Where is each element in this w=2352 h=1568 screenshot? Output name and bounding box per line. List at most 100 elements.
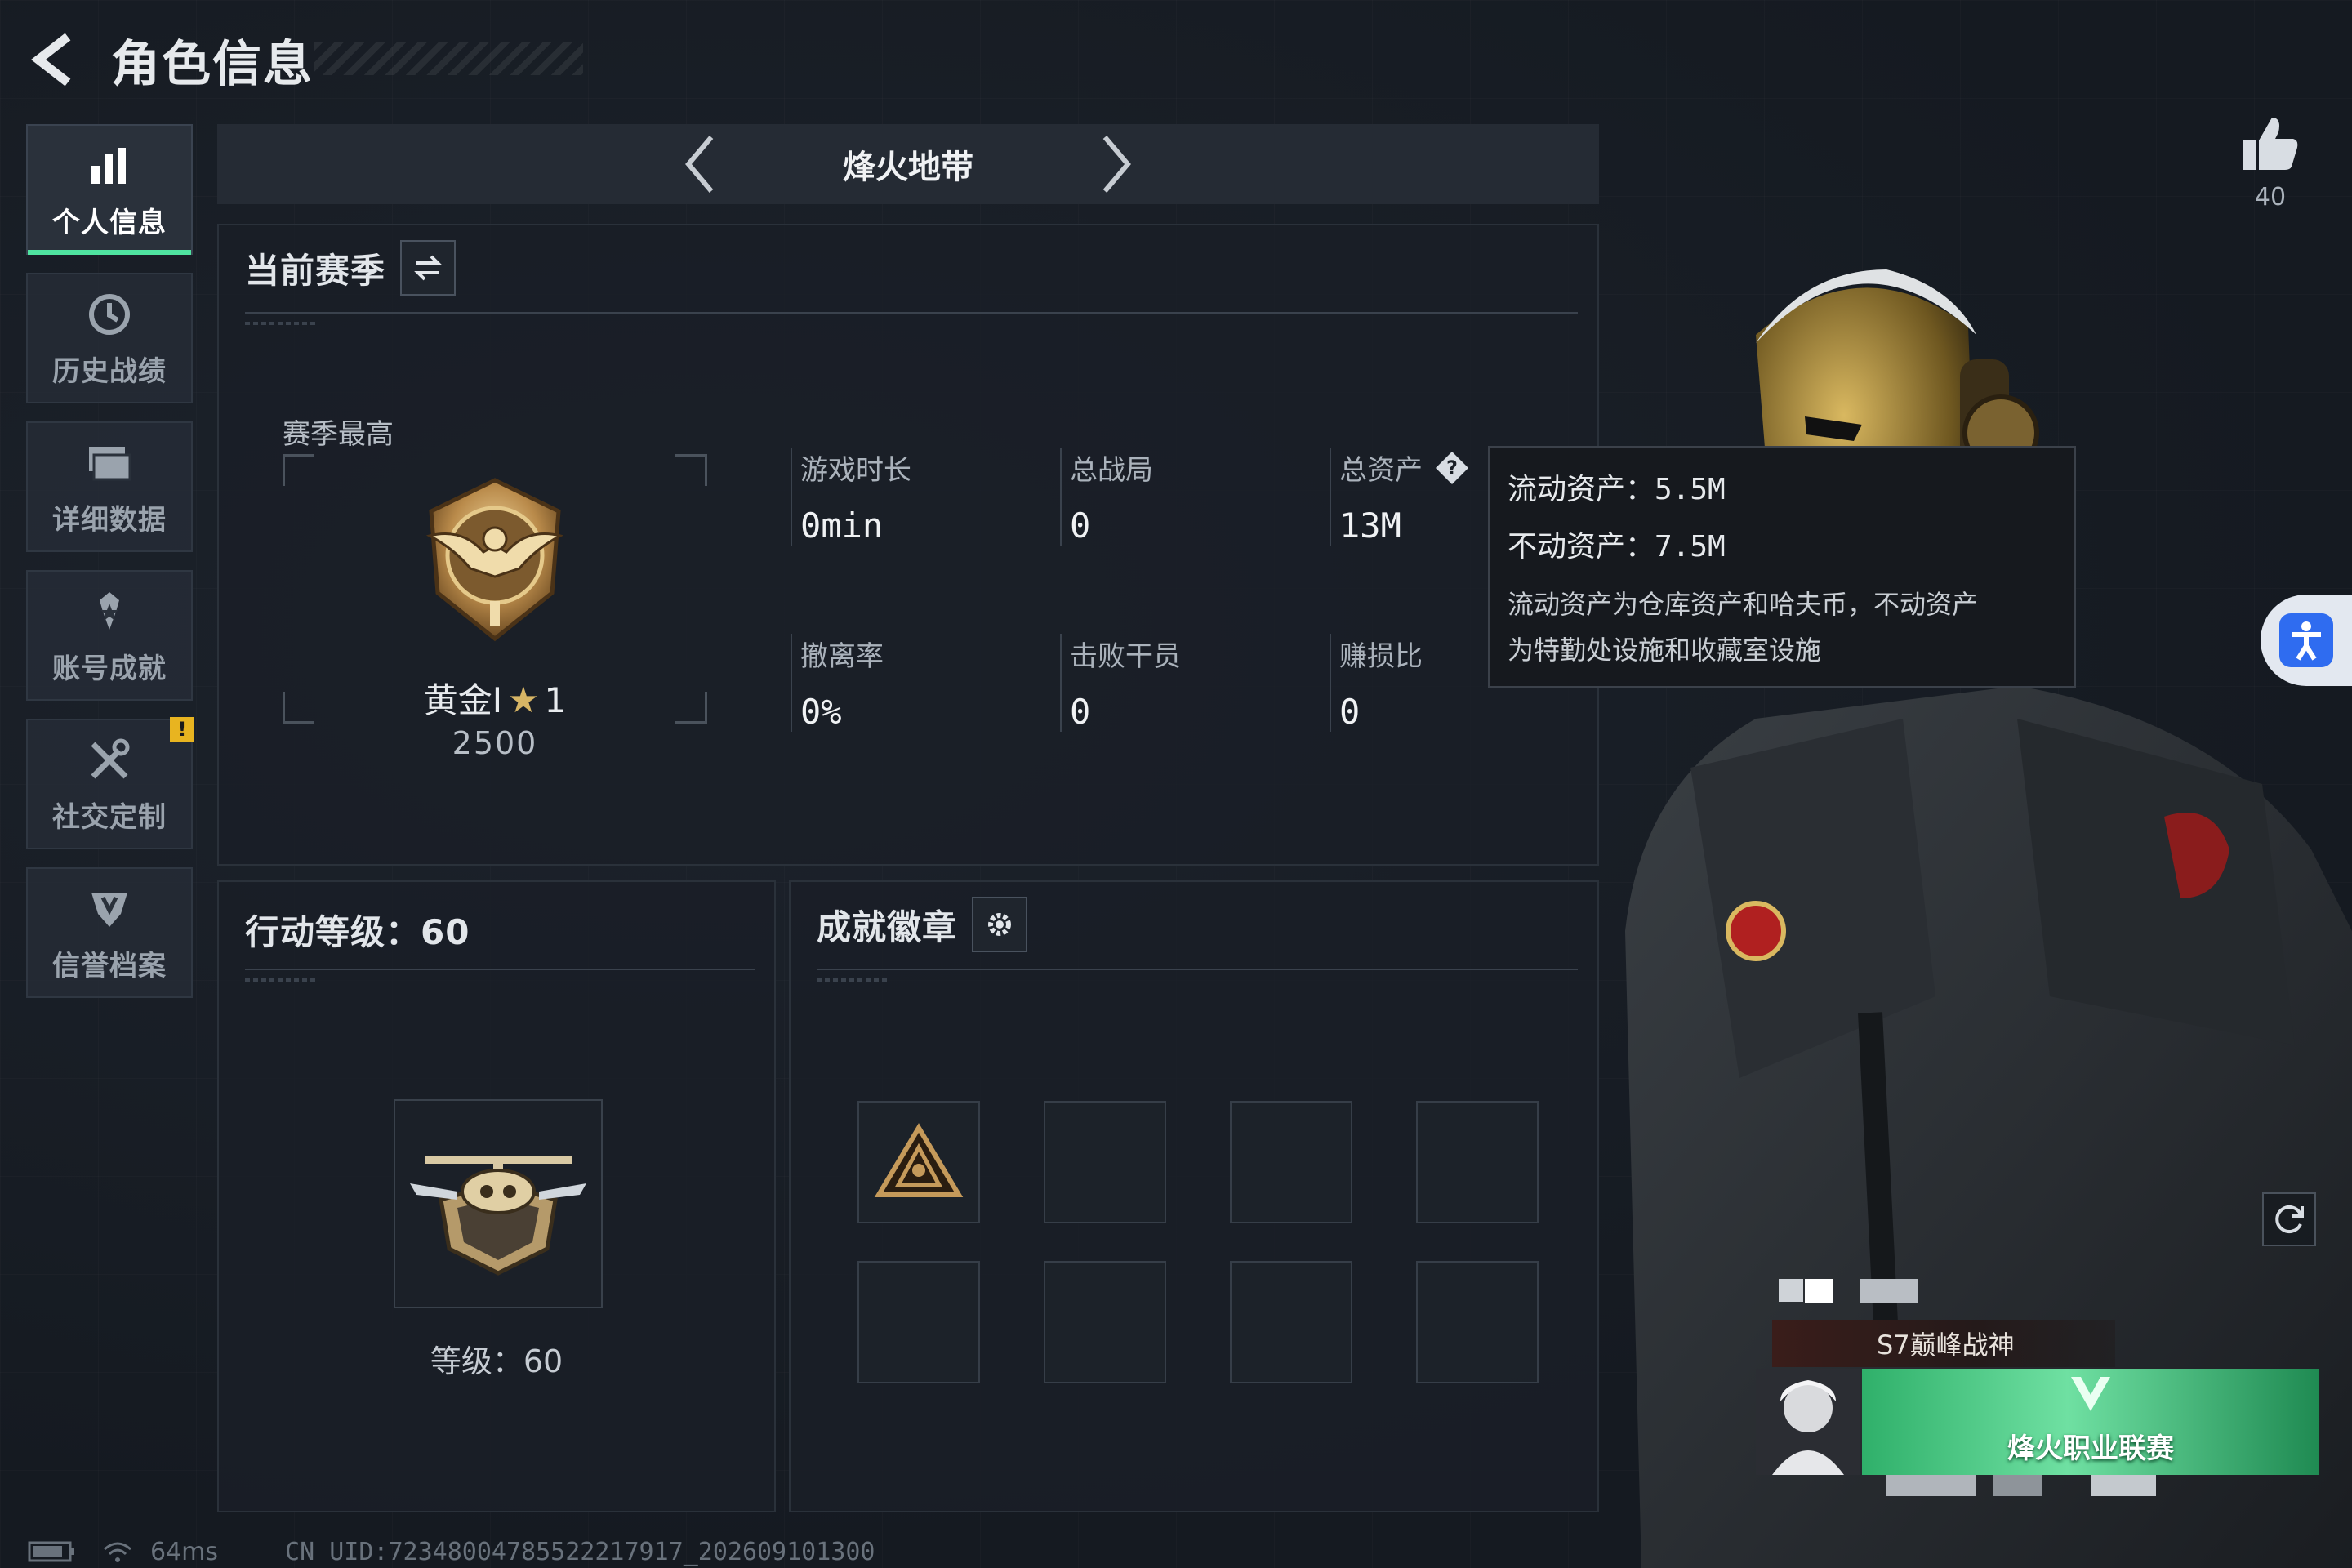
battery-icon [28,1541,74,1562]
ping-text: 64ms [150,1537,219,1566]
sidebar-item-detailed-data[interactable]: 详细数据 [26,421,193,552]
divider [817,969,1578,982]
badge-panel-header: 成就徽章 [817,897,1028,952]
censored-name-block [1860,1279,1918,1303]
folder-icon [83,437,136,489]
stat-profit-loss-ratio: 赚损比 0 [1330,634,1423,732]
sidebar-item-credit-file[interactable]: 信誉档案 [26,867,193,998]
level-emblem[interactable] [394,1099,603,1308]
stat-value: 0 [1070,692,1091,732]
rank-tier: 黄金I [423,680,503,720]
censored-name-block [1805,1279,1833,1303]
stat-extraction-rate: 撤离率 0% [791,634,884,732]
rank-stars: 1 [544,680,567,720]
badge-slot-1[interactable] [858,1101,980,1223]
sidebar-item-label: 社交定制 [52,800,167,834]
next-mode-arrow-icon[interactable] [1088,131,1145,197]
stat-value: 0min [800,506,884,546]
achievement-badges-panel: 成就徽章 [789,880,1599,1512]
switch-season-button[interactable] [400,240,457,296]
player-title-plate: S7巅峰战神 [1772,1320,2115,1367]
sidebar-item-label: 个人信息 [52,206,167,239]
badge-slot-8[interactable] [1416,1261,1539,1383]
sidebar-item-label: 信誉档案 [52,949,167,982]
gear-icon [988,913,1012,936]
season-panel-header: 当前赛季 [245,240,457,296]
back-arrow-icon[interactable] [28,31,80,88]
level-panel-header: 行动等级：60 [245,905,470,955]
thumbs-up-icon[interactable] [2239,114,2301,173]
help-diamond-icon[interactable]: ? [1434,450,1470,486]
refresh-icon [2275,1205,2304,1233]
stat-label: 总战局 [1070,454,1153,487]
stat-total-assets: 总资产 ? 13M [1330,448,1470,546]
stat-label-text: 总资产 [1339,454,1423,487]
status-bar: 64ms CN UID:72348004785522217917_2026091… [28,1535,875,1568]
sidebar: 个人信息 历史战绩 详细数据 账号成就 ! 社交定制 信誉档案 [26,124,194,1016]
badge-slot-6[interactable] [1044,1261,1166,1383]
star-icon: ★ [507,679,540,721]
gold-rank-eagle-emblem-icon [405,470,585,650]
badge-settings-button[interactable] [972,897,1028,952]
stat-total-matches: 总战局 0 [1060,448,1153,546]
league-banner-text: 烽火职业联赛 [2007,1432,2174,1465]
stat-label: 总资产 ? [1339,448,1470,488]
rank-name: 黄金I ★ 1 [283,673,707,723]
badge-slot-5[interactable] [858,1261,980,1383]
sidebar-item-label: 账号成就 [52,652,167,685]
league-logo-icon [2071,1377,2110,1411]
level-title: 行动等级：60 [245,912,470,952]
accessibility-icon [2279,613,2333,667]
badge-slot-4[interactable] [1416,1101,1539,1223]
divider [245,312,1578,325]
stat-label: 赚损比 [1339,640,1423,673]
mode-title: 烽火地带 [843,149,973,186]
stat-value: 13M [1339,506,1401,546]
sidebar-item-history[interactable]: 历史战绩 [26,273,193,403]
player-title: S7巅峰战神 [1877,1330,2015,1361]
stat-value: 0 [1070,506,1091,546]
stat-operators-defeated: 击败干员 0 [1060,634,1181,732]
censored-block [1993,1475,2042,1496]
level-text: 等级：60 [430,1343,564,1379]
season-peak-label: 赛季最高 [283,418,394,451]
tooltip-liquid-assets: 流动资产：5.5M [1508,473,1726,506]
page-header: 角色信息 [28,24,583,95]
sidebar-item-label: 详细数据 [52,503,167,537]
divider [245,969,755,982]
action-level-panel: 行动等级：60 等级：60 [217,880,776,1512]
tooltip-fixed-assets: 不动资产：7.5M [1508,530,1726,564]
badge-slot-3[interactable] [1230,1101,1352,1223]
rotate-model-button[interactable] [2262,1192,2316,1246]
warning-badge: ! [170,717,194,742]
swap-icon [414,255,442,281]
season-title: 当前赛季 [245,250,386,291]
prev-mode-arrow-icon[interactable] [671,131,728,197]
helicopter-emblem-icon [410,1156,586,1276]
badge-slot-2[interactable] [1044,1101,1166,1223]
profile-card: 烽火职业联赛 [1756,1369,2319,1475]
badge-slot-7[interactable] [1230,1261,1352,1383]
stat-label: 击败干员 [1070,640,1181,673]
tools-icon [83,734,136,786]
stat-label: 游戏时长 [800,454,911,487]
wifi-icon [104,1542,131,1562]
avatar [1756,1369,1860,1475]
like-area: 40 [2230,114,2311,212]
censored-block [1886,1475,1976,1496]
tooltip-description: 流动资产为仓库资产和哈夫币，不动资产 为特勤处设施和收藏室设施 [1508,581,2056,673]
assets-tooltip: 流动资产：5.5M 不动资产：7.5M 流动资产为仓库资产和哈夫币，不动资产 为… [1488,446,2076,688]
sidebar-item-achievements[interactable]: 账号成就 [26,570,193,701]
accessibility-button[interactable] [2261,595,2352,686]
league-banner: 烽火职业联赛 [1862,1369,2319,1475]
badges-title: 成就徽章 [817,906,958,947]
rank-display: 黄金I ★ 1 2500 [283,454,707,761]
rank-score: 2500 [452,725,538,761]
stat-label: 撤离率 [800,640,884,673]
frame-corner [675,454,707,486]
tooltip-description-line: 流动资产为仓库资产和哈夫币，不动资产 [1508,589,1979,620]
stat-play-time: 游戏时长 0min [791,448,911,546]
sidebar-item-social-custom[interactable]: ! 社交定制 [26,717,194,849]
sidebar-item-personal-info[interactable]: 个人信息 [26,124,193,255]
uid-text: CN UID:72348004785522217917_202609101300 [285,1537,875,1566]
